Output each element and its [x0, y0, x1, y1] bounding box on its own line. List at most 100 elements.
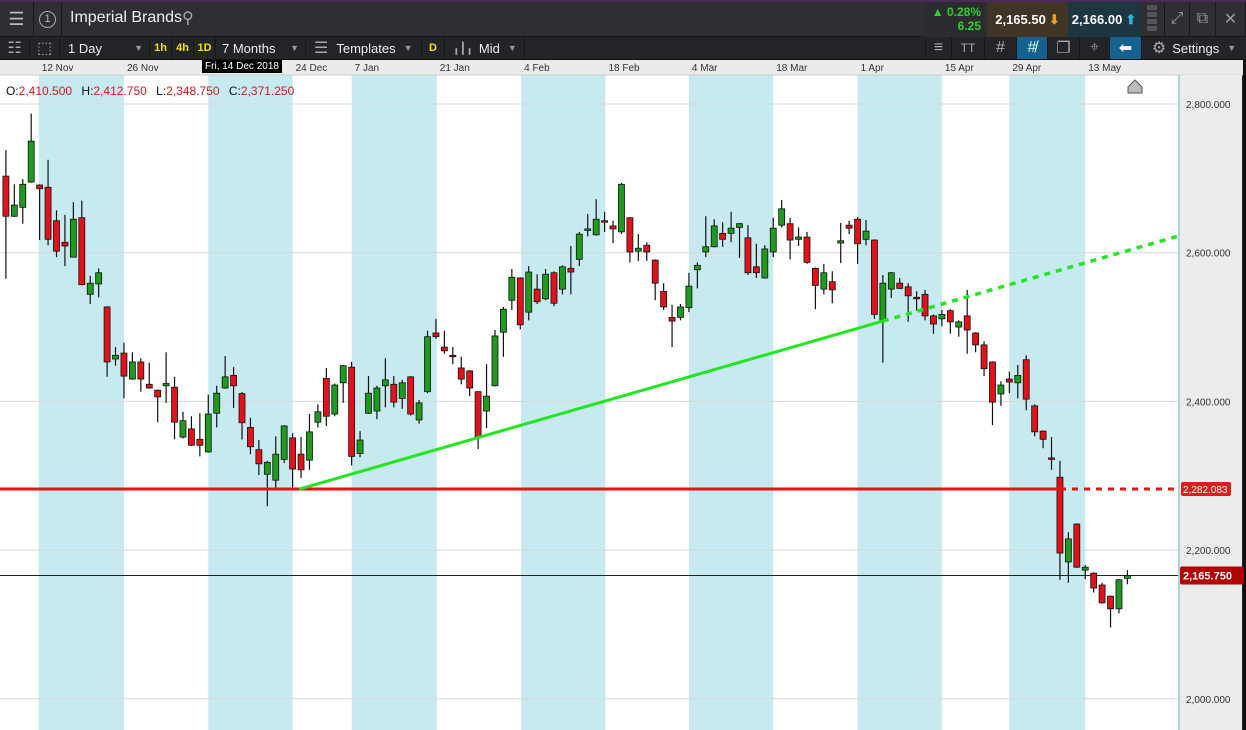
grid-icon[interactable]: #: [985, 37, 1017, 59]
settings-button[interactable]: ⚙ Settings ▼: [1142, 37, 1246, 59]
close-value: 2,371.250: [240, 84, 295, 98]
candle-down: [120, 352, 128, 377]
chevron-down-icon: ▼: [134, 43, 143, 53]
candle-up: [483, 395, 490, 412]
candle-up: [761, 248, 769, 279]
candle-up: [618, 183, 625, 233]
candle-up: [736, 223, 743, 228]
candle-up: [356, 439, 364, 454]
candle-down: [457, 367, 465, 380]
candle-up: [525, 271, 533, 313]
candle-down: [407, 376, 415, 415]
low-label: L:: [156, 84, 167, 98]
candle-up: [879, 282, 887, 322]
crosshair-icon[interactable]: ⌖: [1080, 37, 1110, 59]
layout-icon[interactable]: ⬚: [30, 37, 60, 59]
candle-up: [331, 384, 339, 415]
candle-down: [196, 438, 204, 446]
candle-down: [1098, 584, 1106, 604]
price-type-select[interactable]: ╻┃╻ Mid ▼: [445, 37, 525, 59]
y-tick-label: 2,600.000: [1186, 249, 1231, 260]
change-percent: 0.28%: [946, 5, 981, 19]
candle-down: [1073, 523, 1081, 568]
candle-up: [778, 208, 786, 226]
sell-button[interactable]: 2,165.50 ⬇: [987, 2, 1068, 37]
candlestick-chart[interactable]: 12 Nov 26 Nov 24 Dec 7 Jan 21 Jan 4 Feb 18 Feb…: [0, 60, 1246, 730]
d-button[interactable]: D: [422, 37, 445, 59]
candle-up: [955, 321, 963, 328]
candle-up: [559, 266, 566, 290]
depth-bars-icon[interactable]: [1140, 2, 1165, 36]
close-label: C:: [228, 84, 241, 98]
templates-icon: ☰: [314, 40, 329, 57]
text-size-icon[interactable]: TT: [952, 37, 985, 59]
buy-button[interactable]: 2,166.00 ⬆: [1068, 2, 1140, 37]
interval-value: 1 Day: [68, 40, 102, 56]
candle-up: [938, 313, 946, 320]
draw-grid-icon[interactable]: #̸: [1017, 37, 1048, 59]
candle-down: [390, 383, 398, 403]
candle-up: [365, 392, 372, 414]
panel-link-button[interactable]: 1: [34, 2, 62, 36]
quick-4h-button[interactable]: 4h: [172, 37, 194, 59]
interval-select[interactable]: 1 Day ▼: [60, 37, 150, 59]
candle-down: [946, 310, 954, 323]
list-icon[interactable]: ☷: [0, 37, 30, 59]
candle-down: [230, 374, 237, 387]
candle-up: [27, 140, 35, 183]
candle-down: [550, 272, 558, 304]
x-tick-label: 18 Mar: [776, 63, 808, 74]
week-band: [208, 75, 293, 730]
candle-up: [795, 236, 802, 240]
expand-icon[interactable]: ⤢: [1165, 2, 1190, 36]
candle-down: [1107, 595, 1114, 610]
instrument-title[interactable]: Imperial Brands: [70, 9, 182, 27]
menu-button[interactable]: ☰: [0, 2, 34, 36]
candle-down: [247, 427, 254, 448]
candle-down: [171, 386, 178, 423]
week-band: [1009, 75, 1086, 730]
templates-label: Templates: [336, 40, 396, 56]
candle-up: [491, 335, 499, 387]
range-value: 7 Months: [222, 40, 276, 56]
candle-down: [103, 306, 111, 363]
candle-up: [685, 285, 693, 309]
price-type-value: Mid: [478, 40, 500, 56]
candle-up: [634, 247, 642, 252]
candle-down: [1005, 378, 1013, 383]
candle-down: [871, 239, 878, 315]
templates-select[interactable]: ☰ Templates ▼: [306, 37, 422, 59]
candle-down: [466, 370, 474, 389]
candle-up: [769, 227, 777, 253]
candle-up: [314, 411, 322, 423]
candle-down: [348, 366, 356, 457]
candle-down: [567, 267, 575, 273]
candle-down: [432, 332, 440, 338]
close-icon[interactable]: ✕: [1216, 2, 1246, 36]
candle-down: [1031, 405, 1039, 433]
y-tick-label: 2,200.000: [1186, 546, 1231, 557]
candle-up: [862, 230, 870, 240]
candle-up: [373, 387, 381, 412]
candle-down: [660, 290, 668, 308]
candle-up: [1115, 579, 1123, 610]
candle-up: [69, 218, 77, 258]
layers-icon[interactable]: ❐: [1048, 37, 1080, 59]
popout-icon[interactable]: ⧉: [1190, 2, 1216, 36]
candle-down: [719, 232, 727, 240]
candle-up: [584, 228, 592, 231]
candle-up: [162, 383, 170, 387]
quick-1h-button[interactable]: 1h: [150, 37, 172, 59]
search-icon[interactable]: ⚲: [182, 8, 194, 28]
range-select[interactable]: 7 Months ▼: [216, 37, 306, 59]
candle-down: [651, 259, 659, 284]
x-tick-label: 26 Nov: [127, 63, 159, 74]
price-tag-icon[interactable]: ⬅: [1110, 37, 1142, 59]
sell-price: 2,165.50: [995, 12, 1046, 27]
candle-up: [204, 413, 212, 453]
candle-down: [812, 267, 819, 286]
candle-up: [1014, 374, 1022, 384]
quick-1d-button[interactable]: 1D: [194, 37, 216, 59]
candle-down: [963, 315, 971, 331]
scale-icon[interactable]: ≡: [925, 37, 952, 59]
